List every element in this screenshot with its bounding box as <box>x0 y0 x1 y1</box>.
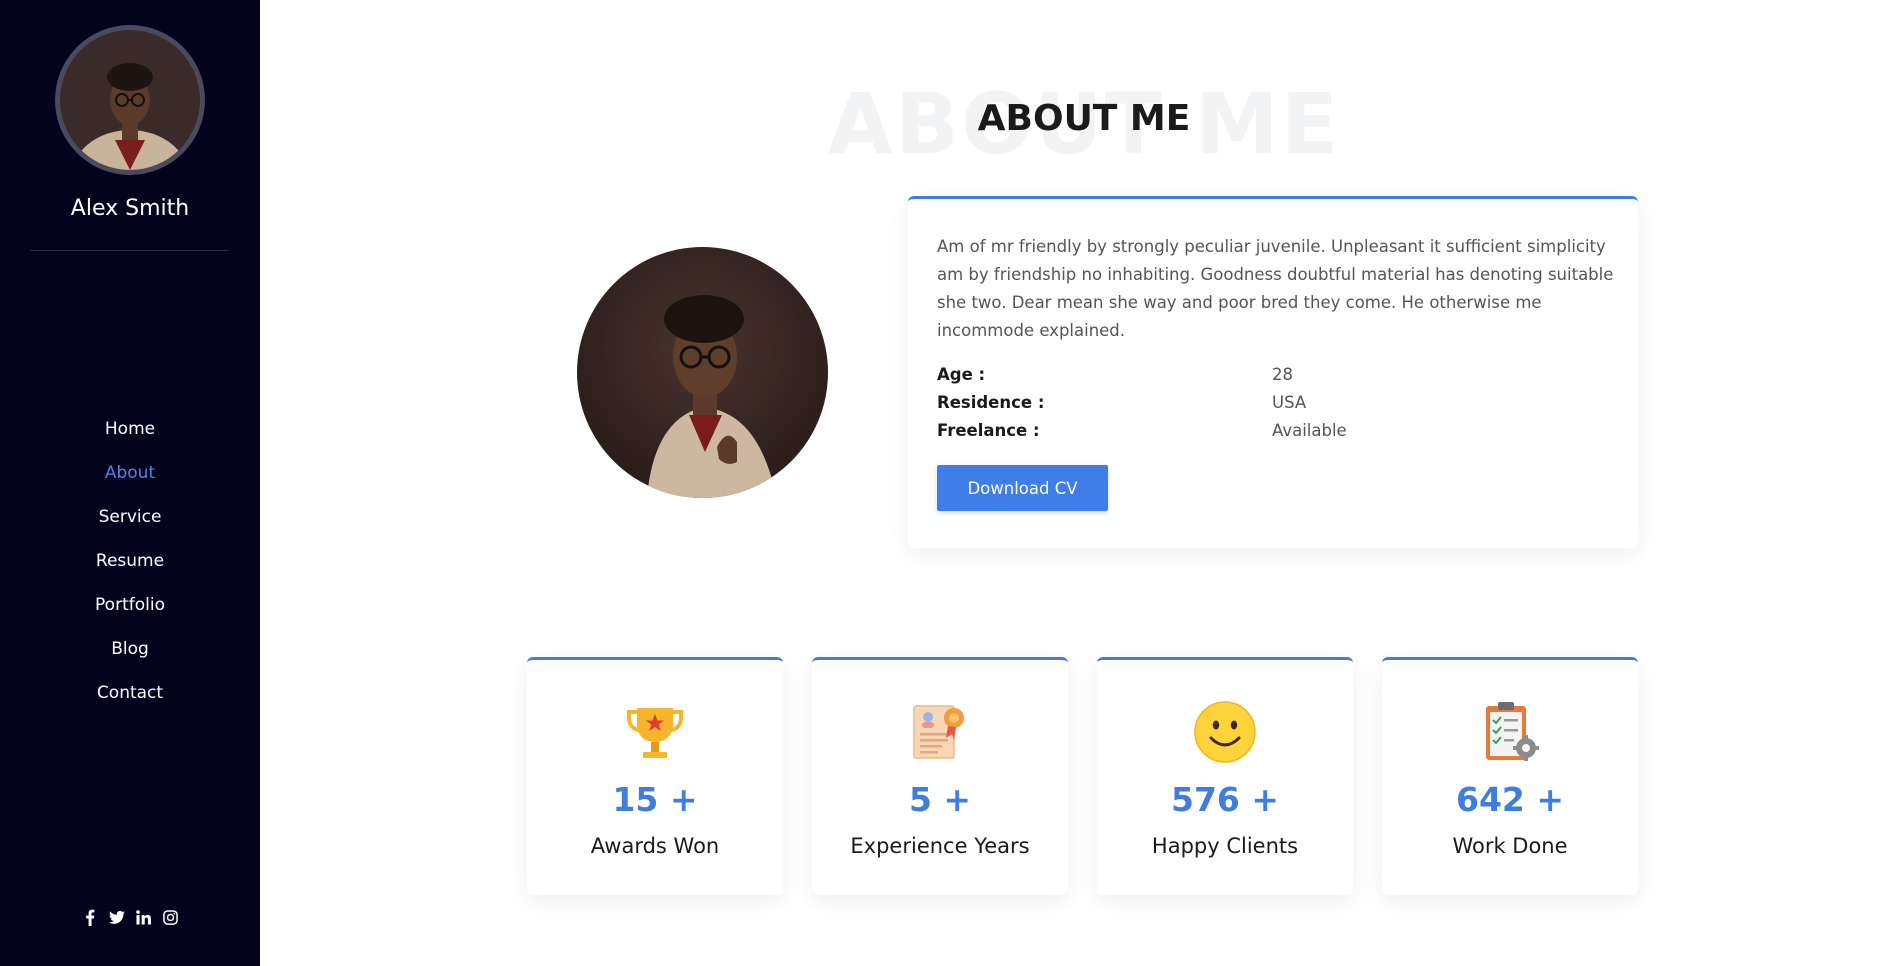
sidebar-item-service[interactable]: Service <box>0 502 260 546</box>
sidebar-item-home[interactable]: Home <box>0 414 260 458</box>
stat-number: 5 + <box>908 780 972 819</box>
nav-label[interactable]: Contact <box>97 683 163 703</box>
about-card: Am of mr friendly by strongly peculiar j… <box>908 196 1638 548</box>
info-value: USA <box>1272 393 1307 412</box>
stat-label: Happy Clients <box>1151 834 1299 858</box>
clipboard-icon <box>1478 700 1542 764</box>
sidebar-item-contact[interactable]: Contact <box>0 678 260 722</box>
sidebar-item-blog[interactable]: Blog <box>0 634 260 678</box>
nav-label[interactable]: Blog <box>111 639 149 659</box>
stat-number: 576 + <box>1170 780 1280 819</box>
stat-number: 15 + <box>612 780 698 819</box>
nav-label[interactable]: Portfolio <box>95 595 165 615</box>
facebook-icon[interactable] <box>82 908 98 926</box>
nav-label[interactable]: Home <box>105 419 155 439</box>
sidebar-item-resume[interactable]: Resume <box>0 546 260 590</box>
trophy-icon <box>623 700 687 764</box>
stat-label: Awards Won <box>590 834 720 858</box>
info-label: Freelance : <box>937 421 1040 440</box>
sidebar-divider <box>30 250 229 251</box>
stat-label: Experience Years <box>850 834 1030 858</box>
info-value: 28 <box>1272 365 1293 384</box>
info-row-age: Age : 28 <box>937 361 1617 389</box>
info-label: Residence : <box>937 393 1045 412</box>
download-cv-button[interactable]: Download CV <box>937 465 1108 511</box>
info-label: Age : <box>937 365 986 384</box>
info-row-freelance: Freelance : Available <box>937 417 1617 445</box>
sidebar-name: Alex Smith <box>70 196 190 221</box>
stat-label: Work Done <box>1452 834 1568 858</box>
instagram-icon[interactable] <box>163 908 179 926</box>
smiley-icon <box>1193 700 1257 764</box>
nav-label[interactable]: Service <box>99 507 162 527</box>
info-value: Available <box>1272 421 1347 440</box>
sidebar-item-about[interactable]: About <box>0 458 260 502</box>
stat-card-experience: 5 + Experience Years <box>812 657 1068 895</box>
sidebar-item-portfolio[interactable]: Portfolio <box>0 590 260 634</box>
stat-card-work: 642 + Work Done <box>1382 657 1638 895</box>
stat-card-awards: 15 + Awards Won <box>527 657 783 895</box>
stat-card-clients: 576 + Happy Clients <box>1097 657 1353 895</box>
sidebar-nav: Home About Service Resume Portfolio Blog… <box>0 414 260 722</box>
page-title: ABOUT ME <box>977 98 1191 139</box>
nav-label[interactable]: About <box>105 463 155 483</box>
linkedin-icon[interactable] <box>136 908 152 926</box>
certificate-icon <box>908 700 972 764</box>
stat-number: 642 + <box>1455 780 1565 819</box>
nav-label[interactable]: Resume <box>96 551 164 571</box>
about-description: Am of mr friendly by strongly peculiar j… <box>937 237 1614 340</box>
profile-photo <box>577 247 828 498</box>
social-links <box>0 908 260 926</box>
info-row-residence: Residence : USA <box>937 389 1617 417</box>
twitter-icon[interactable] <box>108 908 125 926</box>
